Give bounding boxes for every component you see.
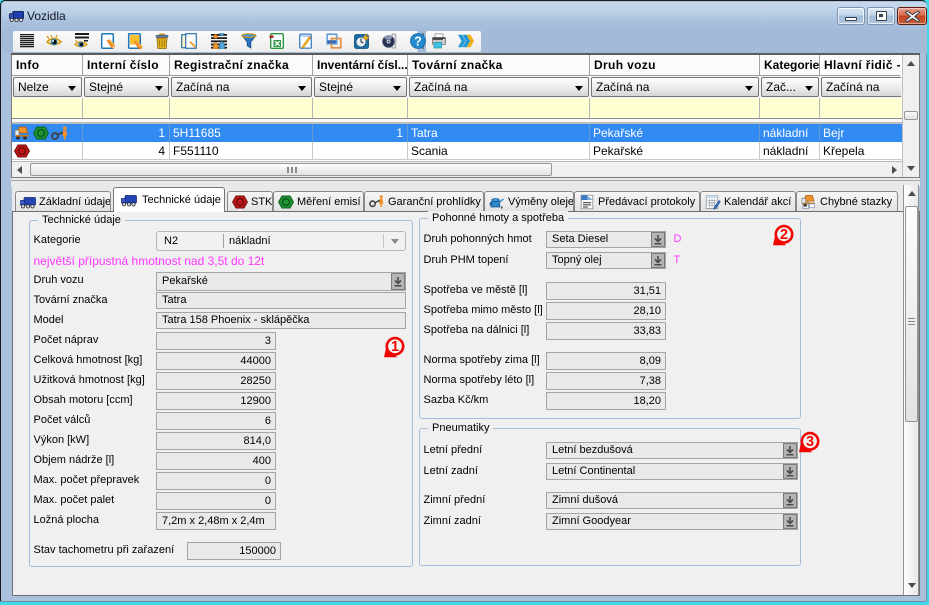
- svg-text:?: ?: [414, 35, 422, 49]
- svg-text:2: 2: [780, 227, 788, 243]
- svg-text:1: 1: [391, 339, 399, 355]
- svg-text:3: 3: [806, 434, 814, 450]
